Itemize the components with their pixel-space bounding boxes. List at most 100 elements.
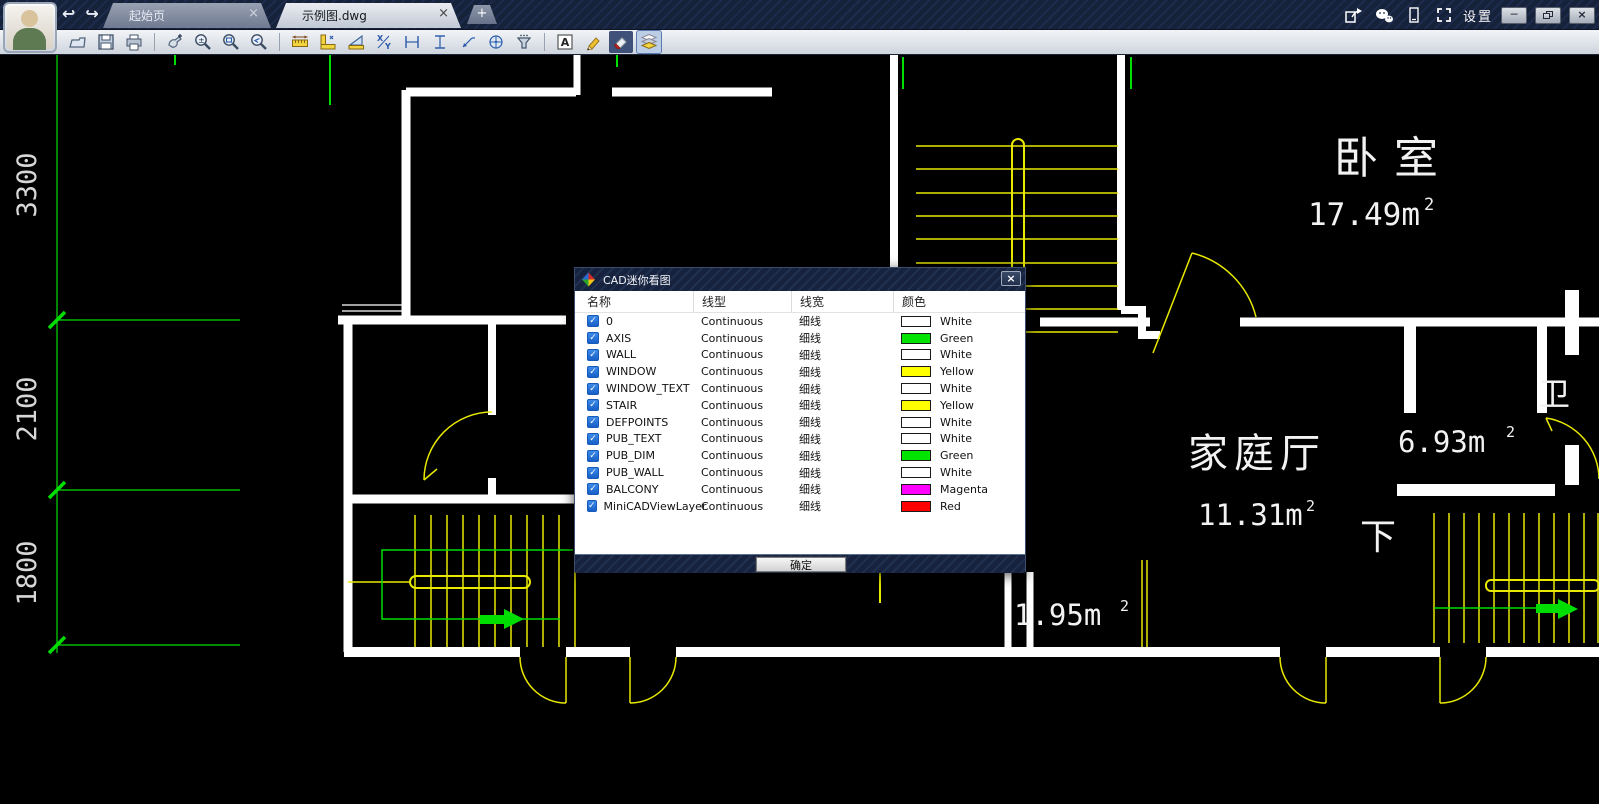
close-button[interactable]: ×	[1569, 7, 1595, 24]
layer-row[interactable]: ✓ MiniCADViewLayer Continuous 细线 Red	[575, 498, 1025, 515]
layer-checkbox[interactable]: ✓	[587, 500, 597, 512]
layer-filter-icon[interactable]	[512, 31, 536, 53]
restore-button[interactable]	[1535, 7, 1561, 24]
layer-name: PUB_TEXT	[606, 432, 661, 445]
bath-label: 卫	[1538, 375, 1570, 413]
save-icon[interactable]	[94, 31, 118, 53]
pan-icon[interactable]	[163, 31, 187, 53]
layer-checkbox[interactable]: ✓	[587, 416, 599, 428]
dialog-footer: 确定	[575, 554, 1025, 573]
zoom-window-icon[interactable]	[219, 31, 243, 53]
layer-color-swatch[interactable]	[901, 400, 931, 411]
wechat-icon[interactable]	[1373, 5, 1395, 25]
tab-label: 起始页	[129, 7, 165, 24]
measure-area-icon[interactable]	[344, 31, 368, 53]
dialog-close-button[interactable]: ×	[1001, 271, 1021, 286]
leader-icon[interactable]	[456, 31, 480, 53]
layer-color-swatch[interactable]	[901, 501, 931, 512]
measure-distance-icon[interactable]	[288, 31, 312, 53]
zoom-in-out-icon[interactable]: ±	[191, 31, 215, 53]
layer-linetype: Continuous	[701, 483, 799, 496]
layer-lineweight: 细线	[799, 364, 901, 380]
layer-lineweight: 细线	[799, 431, 901, 447]
bedroom-area: 17.49m	[1308, 197, 1420, 233]
svg-text:X: X	[377, 34, 384, 43]
mobile-icon[interactable]	[1403, 5, 1425, 25]
down-label: 下	[1360, 517, 1396, 558]
layer-linetype: Continuous	[701, 382, 799, 395]
layer-name: PUB_WALL	[606, 466, 664, 479]
layer-lineweight: 细线	[799, 481, 901, 497]
layer-color-swatch[interactable]	[901, 484, 931, 495]
tab-drawing[interactable]: 示例图.dwg ×	[276, 3, 461, 28]
layer-row[interactable]: ✓ 0 Continuous 细线 White	[575, 313, 1025, 330]
layer-lineweight: 细线	[799, 414, 901, 430]
share-icon[interactable]	[1343, 5, 1365, 25]
layer-color-swatch[interactable]	[901, 467, 931, 478]
fullscreen-icon[interactable]	[1433, 5, 1455, 25]
avatar-body	[13, 28, 46, 50]
layer-checkbox[interactable]: ✓	[587, 467, 599, 479]
layer-name: AXIS	[606, 332, 631, 345]
layer-name: BALCONY	[606, 483, 659, 496]
layer-row[interactable]: ✓ PUB_WALL Continuous 细线 White	[575, 464, 1025, 481]
layer-row[interactable]: ✓ PUB_TEXT Continuous 细线 White	[575, 431, 1025, 448]
layer-color-swatch[interactable]	[901, 366, 931, 377]
layer-row[interactable]: ✓ WINDOW_TEXT Continuous 细线 White	[575, 380, 1025, 397]
layer-color-swatch[interactable]	[901, 383, 931, 394]
layer-checkbox[interactable]: ✓	[587, 450, 599, 462]
dialog-title-bar[interactable]: CAD迷你看图 ×	[575, 268, 1025, 291]
layer-checkbox[interactable]: ✓	[587, 315, 599, 327]
tab-close-icon[interactable]: ×	[438, 7, 449, 20]
zoom-previous-icon[interactable]	[247, 31, 271, 53]
layer-checkbox[interactable]: ✓	[587, 399, 599, 411]
dimension-horizontal-icon[interactable]	[400, 31, 424, 53]
center-mark-icon[interactable]	[484, 31, 508, 53]
layer-lineweight: 细线	[799, 397, 901, 413]
hall-area-sup: 2	[1306, 497, 1315, 515]
layer-row[interactable]: ✓ STAIR Continuous 细线 Yellow	[575, 397, 1025, 414]
layer-checkbox[interactable]: ✓	[587, 349, 599, 361]
draw-pencil-icon[interactable]	[581, 31, 605, 53]
layer-color-swatch[interactable]	[901, 450, 931, 461]
measure-vertical-icon[interactable]	[316, 31, 340, 53]
layer-row[interactable]: ✓ DEFPOINTS Continuous 细线 White	[575, 414, 1025, 431]
layer-color-swatch[interactable]	[901, 349, 931, 360]
layer-color-name: Green	[940, 449, 973, 462]
dimension-vertical-icon[interactable]	[428, 31, 452, 53]
layer-row[interactable]: ✓ AXIS Continuous 细线 Green	[575, 330, 1025, 347]
layers-icon[interactable]	[637, 31, 661, 53]
text-icon[interactable]: A	[553, 31, 577, 53]
layer-row[interactable]: ✓ WINDOW Continuous 细线 Yellow	[575, 363, 1025, 380]
user-avatar[interactable]	[3, 2, 57, 53]
svg-text:A: A	[561, 36, 570, 49]
settings-button[interactable]: 设置	[1463, 6, 1493, 25]
layer-color-swatch[interactable]	[901, 433, 931, 444]
open-icon[interactable]	[66, 31, 90, 53]
room-labels: 卧室 17.49m 2 家庭厅 11.31m 2 6.93m 2 卫 下 1.9…	[1014, 133, 1570, 632]
layer-checkbox[interactable]: ✓	[587, 366, 599, 378]
dialog-title: CAD迷你看图	[603, 272, 671, 288]
print-icon[interactable]	[122, 31, 146, 53]
tab-start-page[interactable]: 起始页 ×	[103, 3, 271, 28]
layer-row[interactable]: ✓ PUB_DIM Continuous 细线 Green	[575, 447, 1025, 464]
layer-checkbox[interactable]: ✓	[587, 483, 599, 495]
eraser-icon[interactable]	[609, 31, 633, 53]
ok-button[interactable]: 确定	[756, 557, 846, 572]
layer-checkbox[interactable]: ✓	[587, 383, 599, 395]
layer-row[interactable]: ✓ WALL Continuous 细线 White	[575, 347, 1025, 364]
new-tab-button[interactable]: +	[467, 5, 497, 24]
layer-checkbox[interactable]: ✓	[587, 332, 599, 344]
layer-checkbox[interactable]: ✓	[587, 433, 599, 445]
forward-button[interactable]: ↪	[85, 4, 98, 23]
layer-color-swatch[interactable]	[901, 417, 931, 428]
minimize-button[interactable]: ─	[1501, 7, 1527, 24]
layer-color-swatch[interactable]	[901, 333, 931, 344]
back-button[interactable]: ↩	[62, 4, 75, 23]
layer-row[interactable]: ✓ BALCONY Continuous 细线 Magenta	[575, 481, 1025, 498]
tab-close-icon[interactable]: ×	[248, 7, 259, 20]
col-name: 名称	[587, 291, 701, 312]
layer-color-swatch[interactable]	[901, 316, 931, 327]
measure-coordinates-icon[interactable]: XY	[372, 31, 396, 53]
window-lines	[342, 305, 404, 317]
